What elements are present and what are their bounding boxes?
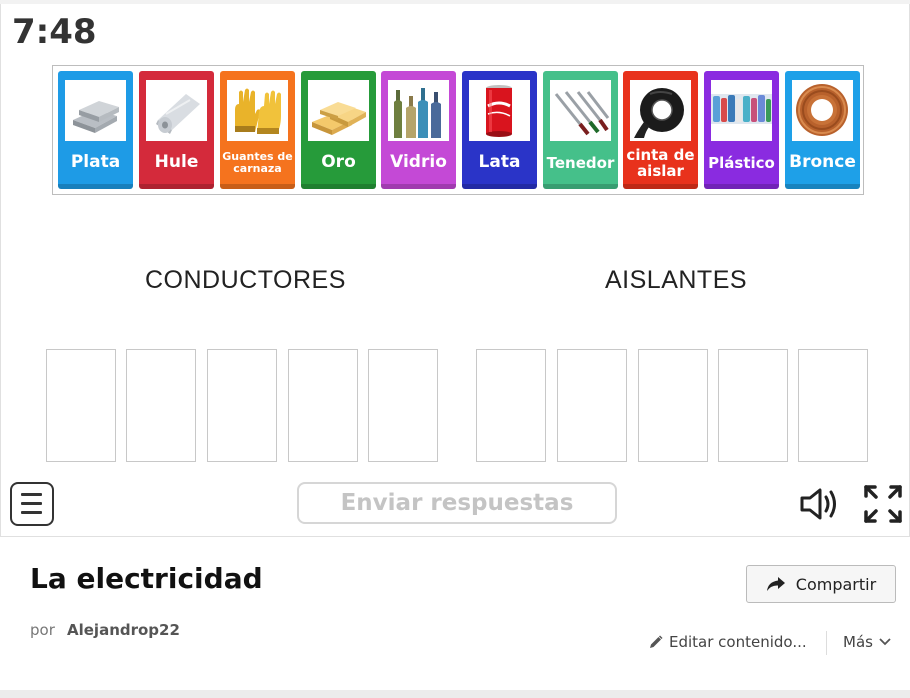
category-title-aislantes: AISLANTES — [605, 266, 748, 294]
share-arrow-icon — [766, 577, 785, 591]
category-title-conductores: CONDUCTORES — [145, 266, 346, 294]
card-label: Lata — [478, 152, 521, 172]
electrical-tape-icon — [630, 80, 691, 141]
card-label: Tenedor — [546, 153, 615, 172]
aislantes-slot[interactable] — [798, 349, 868, 462]
conductores-slot[interactable] — [368, 349, 438, 462]
card-label: Plata — [70, 152, 121, 172]
conductores-slot[interactable] — [46, 349, 116, 462]
fullscreen-icon[interactable] — [863, 484, 903, 524]
forks-icon — [550, 80, 611, 141]
card-lata[interactable]: Lata — [462, 71, 537, 189]
card-label: Bronce — [789, 152, 856, 172]
card-tray: Plata Hule Guantes de carnaza Oro Vidrio… — [52, 65, 864, 195]
card-tenedor[interactable]: Tenedor — [543, 71, 618, 189]
copper-wire-icon — [792, 80, 853, 141]
menu-button[interactable] — [10, 482, 54, 526]
hamburger-icon — [21, 511, 42, 514]
card-label: Guantes de carnaza — [222, 149, 293, 175]
card-bronce[interactable]: Bronce — [785, 71, 860, 189]
by-label: por — [30, 621, 55, 639]
card-label: cinta de aislar — [626, 145, 695, 180]
aislantes-slot[interactable] — [476, 349, 546, 462]
edit-content-label: Editar contenido... — [669, 633, 807, 651]
card-label: Oro — [321, 152, 356, 172]
divider — [826, 631, 827, 655]
aislantes-slot[interactable] — [718, 349, 788, 462]
timer: 7:48 — [12, 12, 97, 52]
share-label: Compartir — [795, 574, 877, 594]
card-hule[interactable]: Hule — [139, 71, 214, 189]
more-label: Más — [843, 633, 873, 651]
share-button[interactable]: Compartir — [746, 565, 896, 603]
card-oro[interactable]: Oro — [301, 71, 376, 189]
speaker-icon[interactable] — [799, 486, 841, 522]
submit-answers-button[interactable]: Enviar respuestas — [297, 482, 617, 524]
card-plata[interactable]: Plata — [58, 71, 133, 189]
soda-can-icon — [469, 80, 530, 141]
conductores-slot[interactable] — [207, 349, 277, 462]
hamburger-icon — [21, 502, 42, 505]
conductores-slot[interactable] — [288, 349, 358, 462]
card-plastico[interactable]: Plástico — [704, 71, 779, 189]
silver-bars-icon — [65, 80, 126, 141]
card-cinta-de-aislar[interactable]: cinta de aislar — [623, 71, 698, 189]
edit-content-link[interactable]: Editar contenido... — [648, 633, 807, 651]
card-label: Vidrio — [390, 152, 447, 172]
chevron-down-icon — [879, 638, 891, 646]
activity-title: La electricidad — [30, 562, 263, 595]
card-vidrio[interactable]: Vidrio — [381, 71, 456, 189]
card-label: Hule — [154, 152, 199, 172]
aislantes-slot[interactable] — [557, 349, 627, 462]
card-guantes-de-carnaza[interactable]: Guantes de carnaza — [220, 71, 295, 189]
activity-stage: 7:48 Plata Hule Guantes de carnaza Oro V… — [0, 4, 910, 537]
more-menu[interactable]: Más — [843, 633, 891, 651]
gold-bars-icon — [308, 80, 369, 141]
plastic-bottles-icon — [711, 80, 772, 141]
bottom-bar — [0, 690, 910, 698]
aislantes-slot[interactable] — [638, 349, 708, 462]
card-label: Plástico — [708, 153, 775, 172]
foil-roll-icon — [146, 80, 207, 141]
hamburger-icon — [21, 493, 42, 496]
glass-bottles-icon — [388, 80, 449, 141]
conductores-slot[interactable] — [126, 349, 196, 462]
author-link[interactable]: Alejandrop22 — [67, 621, 180, 639]
pencil-icon — [650, 634, 663, 648]
activity-info-panel: La electricidad por Alejandrop22 Compart… — [0, 537, 910, 690]
leather-gloves-icon — [227, 80, 288, 141]
